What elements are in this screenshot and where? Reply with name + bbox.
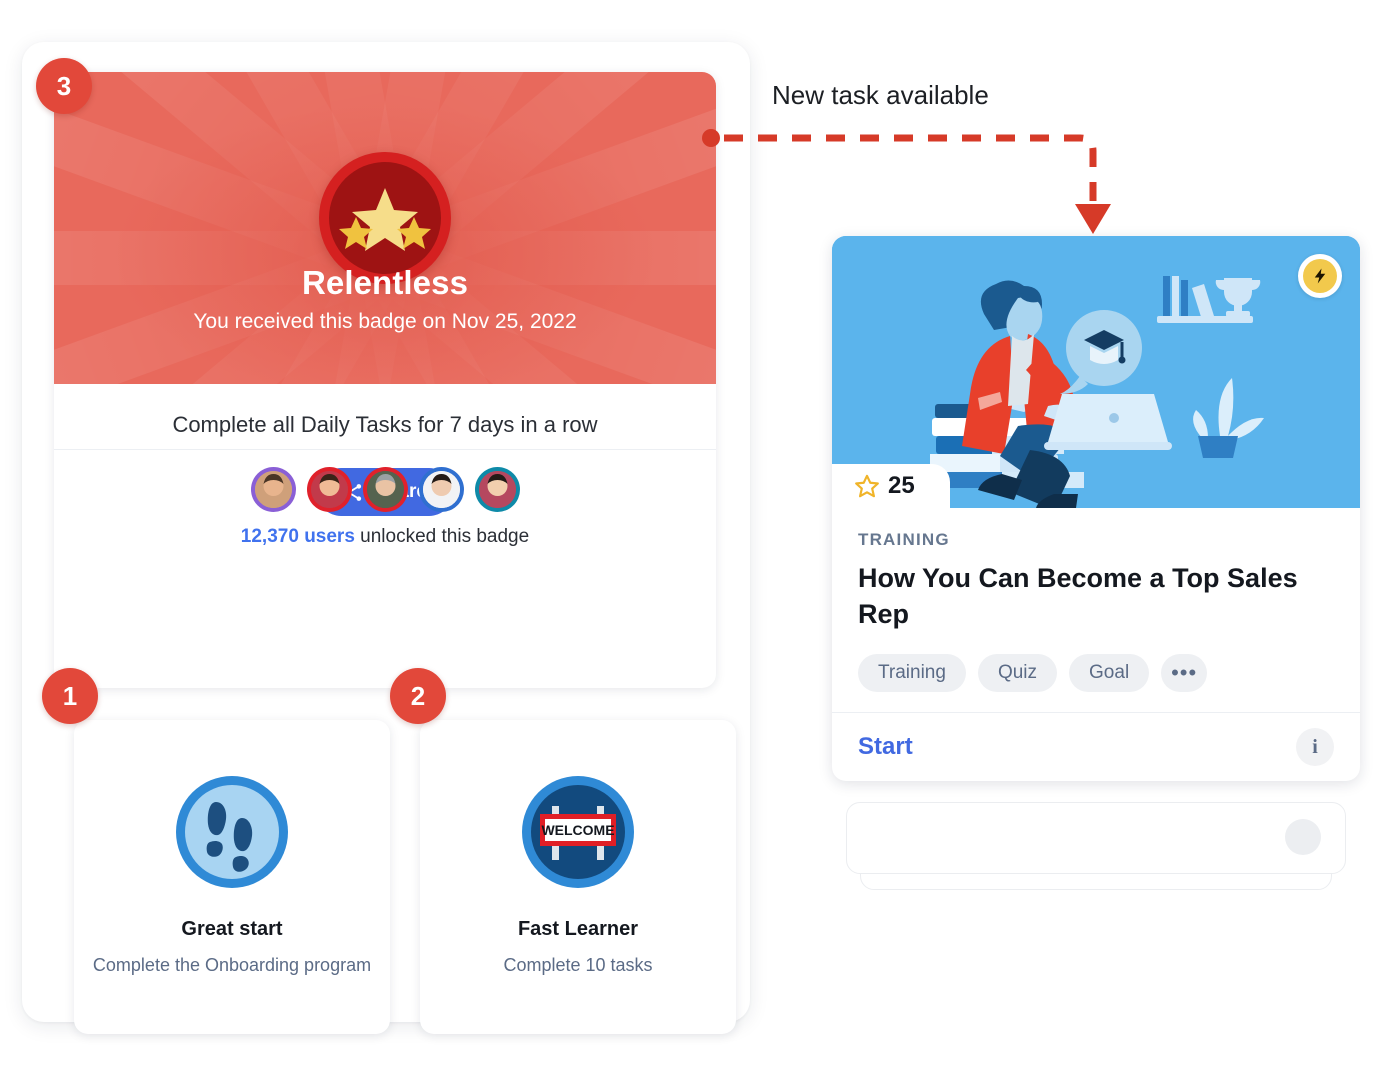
task-tag-training[interactable]: Training (858, 654, 966, 693)
badge-card-fast-learner[interactable]: WELCOME Fast Learner Complete 10 tasks (420, 720, 736, 1034)
avatar[interactable] (306, 467, 352, 512)
avatar-group (54, 467, 716, 512)
task-title: How You Can Become a Top Sales Rep (858, 563, 1298, 630)
unlocked-text: 12,370 users unlocked this badge (54, 526, 716, 548)
featured-badge-body: Complete all Daily Tasks for 7 days in a… (54, 384, 716, 569)
task-tags: Training Quiz Goal ••• (858, 654, 1334, 693)
avatar-photo (422, 471, 460, 508)
task-tag-goal[interactable]: Goal (1069, 654, 1150, 693)
badge-title: Relentless (301, 264, 469, 301)
badge-card-title: Great start (181, 918, 283, 940)
unlocked-suffix: unlocked this badge (360, 526, 530, 547)
footprints-icon (172, 772, 292, 892)
annotation-start-dot (702, 129, 720, 147)
task-tag-quiz[interactable]: Quiz (977, 654, 1058, 693)
info-icon (1285, 819, 1321, 855)
three-stars-icon (329, 162, 441, 274)
task-category: TRAINING (858, 530, 950, 549)
task-points: 25 (832, 464, 950, 508)
featured-badge-card[interactable]: Relentless You received this badge on No… (54, 72, 716, 688)
avatar[interactable] (418, 467, 464, 512)
badges-panel: Relentless You received this badge on No… (22, 42, 750, 1034)
avatar-photo (310, 471, 348, 508)
welcome-sign-icon: WELCOME (518, 772, 638, 892)
start-button[interactable]: Start (858, 733, 913, 761)
avatar-photo (478, 471, 516, 508)
screenshot-root: Relentless You received this badge on No… (0, 0, 1392, 1068)
annotation-connector (702, 129, 1111, 234)
badge-received-date: You received this badge on Nov 25, 2022 (193, 310, 577, 333)
annotation-arrowhead (1075, 204, 1111, 234)
welcome-sign-text: WELCOME (541, 822, 614, 838)
step-marker-1: 1 (42, 668, 98, 724)
badge-card-great-start[interactable]: Great start Complete the Onboarding prog… (74, 720, 390, 1034)
badge-card-title: Fast Learner (517, 918, 639, 940)
task-tags-more-button[interactable]: ••• (1161, 654, 1208, 693)
step-marker-3: 3 (36, 58, 92, 114)
avatar-photo (254, 471, 292, 508)
info-icon[interactable]: i (1296, 728, 1334, 767)
annotation-label: New task available (772, 80, 989, 110)
avatar[interactable] (250, 467, 296, 512)
task-points-value: 25 (888, 472, 915, 499)
avatar-photo (366, 471, 404, 508)
task-card-footer: Start i (832, 712, 1360, 781)
star-outline-icon (854, 473, 880, 499)
step-marker-2: 2 (390, 668, 446, 724)
unlocked-by-strip: 12,370 users unlocked this badge (54, 449, 716, 569)
lightning-bolt-badge (1298, 254, 1342, 298)
badge-description: Complete all Daily Tasks for 7 days in a… (172, 412, 598, 437)
unlocked-count: 12,370 users (240, 526, 355, 547)
task-card-illustration: 25 (832, 236, 1360, 508)
task-card-peek-1 (846, 802, 1346, 874)
badge-card-description: Complete 10 tasks (503, 955, 653, 975)
avatar[interactable] (362, 467, 408, 512)
avatar[interactable] (474, 467, 520, 512)
task-card-stack: 25 TRAINING How You Can Become a Top Sal… (832, 236, 1360, 890)
task-card-body: TRAINING How You Can Become a Top Sales … (832, 508, 1360, 712)
featured-badge-hero: Relentless You received this badge on No… (54, 72, 716, 384)
badge-card-description: Complete the Onboarding program (92, 955, 372, 975)
lightning-bolt-icon (1303, 259, 1337, 293)
task-card[interactable]: 25 TRAINING How You Can Become a Top Sal… (832, 236, 1360, 782)
